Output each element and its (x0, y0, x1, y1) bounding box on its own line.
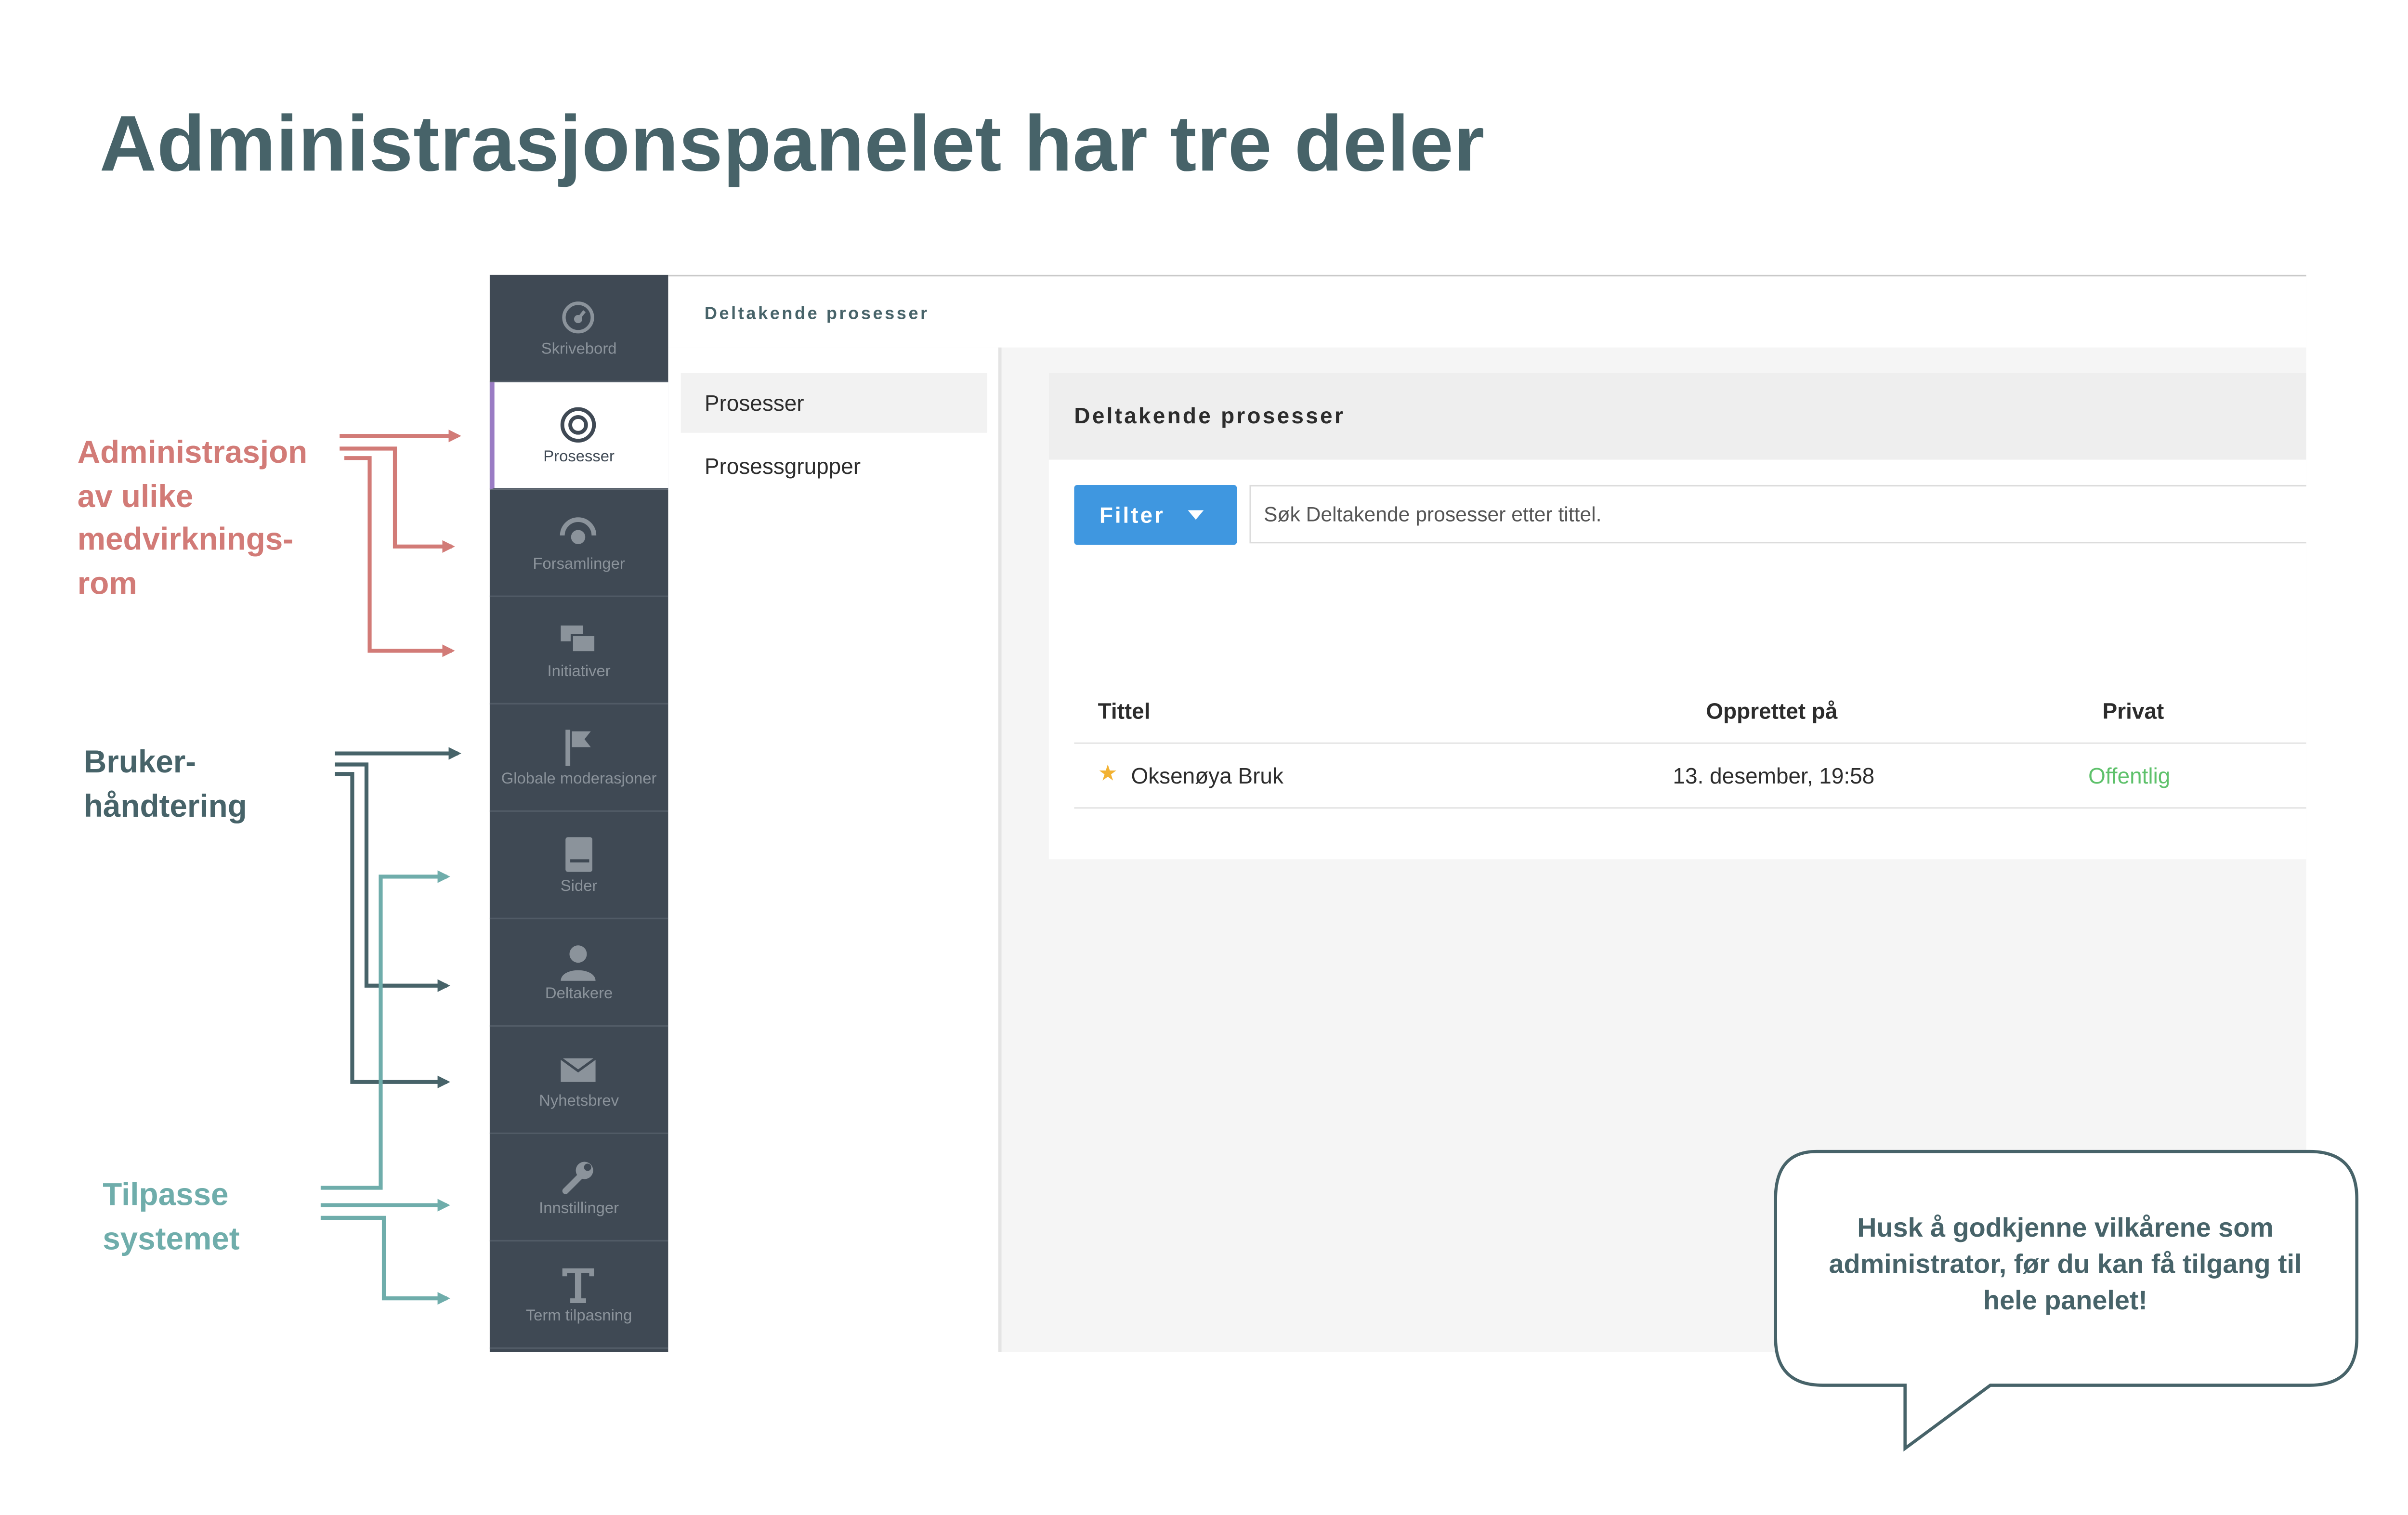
search-input[interactable] (1249, 484, 2306, 544)
sidebar-item-processes[interactable]: Prosesser (489, 382, 668, 490)
sidebar-item-global-moderations[interactable]: Globale moderasjoner (489, 705, 668, 812)
sidebar-item-settings[interactable]: Innstillinger (489, 1134, 668, 1242)
text-t-icon (562, 1268, 594, 1303)
card-header: Deltakende prosesser (1048, 373, 2306, 460)
sidebar-item-dashboard[interactable]: Skrivebord (489, 275, 668, 382)
filter-button[interactable]: Filter (1074, 484, 1237, 545)
caret-down-icon (1188, 510, 1204, 520)
star-icon[interactable]: ★ (1098, 760, 1118, 787)
sidebar-item-label: Nyhetsbrev (539, 1093, 619, 1110)
column-header-title[interactable]: Tittel (1098, 698, 1151, 723)
submenu-divider (998, 347, 1002, 1352)
assembly-icon (560, 517, 597, 544)
target-icon (560, 407, 596, 443)
sidebar-item-label: Initiativer (547, 663, 611, 681)
envelope-icon (560, 1057, 597, 1082)
sidebar-item-participants[interactable]: Deltakere (489, 919, 668, 1027)
top-header: Deltakende prosesser (668, 274, 2306, 348)
sidebar-item-label: Deltakere (545, 985, 613, 1003)
wrench-icon (562, 1162, 593, 1194)
submenu-item-process-groups[interactable]: Prosessgrupper (681, 436, 987, 496)
table-cell-created: 13. desember, 19:58 (1673, 763, 1875, 788)
chat-bubbles-icon (561, 625, 597, 654)
callout-line: hele panelet! (1983, 1285, 2148, 1316)
submenu-item-processes[interactable]: Prosesser (681, 373, 987, 433)
sidebar-item-label: Innstillinger (539, 1200, 619, 1218)
arrow-term (320, 1215, 450, 1305)
arrow-assemblies (340, 446, 455, 553)
column-header-private[interactable]: Privat (2103, 698, 2164, 723)
sidebar-item-label: Prosesser (543, 448, 615, 466)
sidebar-item-pages[interactable]: Sider (489, 812, 668, 919)
book-icon (565, 837, 592, 872)
arrow-newsletter (335, 772, 450, 1088)
header-title: Deltakende prosesser (704, 305, 929, 324)
sidebar-item-initiatives[interactable]: Initiativer (489, 597, 668, 705)
filter-button-label: Filter (1099, 502, 1165, 528)
secondary-menu: Prosesser Prosessgrupper (668, 347, 998, 1352)
sidebar-item-newsletter[interactable]: Nyhetsbrev (489, 1027, 668, 1135)
table-divider (1074, 742, 2306, 744)
column-header-created[interactable]: Opprettet på (1706, 698, 1837, 723)
sidebar-item-label: Globale moderasjoner (501, 771, 657, 788)
sidebar-item-label: Sider (560, 878, 598, 896)
table-cell-private: Offentlig (2088, 763, 2171, 788)
flag-icon (565, 730, 591, 766)
admin-sidebar: Skrivebord Prosesser Forsamlinger Initia… (489, 274, 668, 1352)
callout-line: Husk å godkjenne vilkårene som (1857, 1213, 2274, 1243)
sidebar-item-assemblies[interactable]: Forsamlinger (489, 490, 668, 597)
table-cell-title[interactable]: Oksenøya Bruk (1131, 763, 1283, 788)
callout-text: Husk å godkjenne vilkårene som administr… (1801, 1210, 2330, 1319)
table-divider (1074, 807, 2306, 809)
sidebar-item-label: Skrivebord (541, 341, 617, 359)
sidebar-item-label: Term tilpasning (525, 1307, 632, 1325)
arrow-pages (320, 870, 450, 1190)
card-title: Deltakende prosesser (1074, 403, 1346, 428)
arrow-initiatives (344, 456, 455, 657)
person-icon (561, 945, 596, 981)
sidebar-item-term-customization[interactable]: Term tilpasning (489, 1241, 668, 1349)
processes-card: Deltakende prosesser Filter Tittel Oppre… (1048, 373, 2306, 860)
sidebar-item-label: Forsamlinger (533, 556, 625, 574)
callout-line: administrator, før du kan få tilgang til (1829, 1249, 2302, 1280)
dashboard-icon (562, 301, 594, 334)
